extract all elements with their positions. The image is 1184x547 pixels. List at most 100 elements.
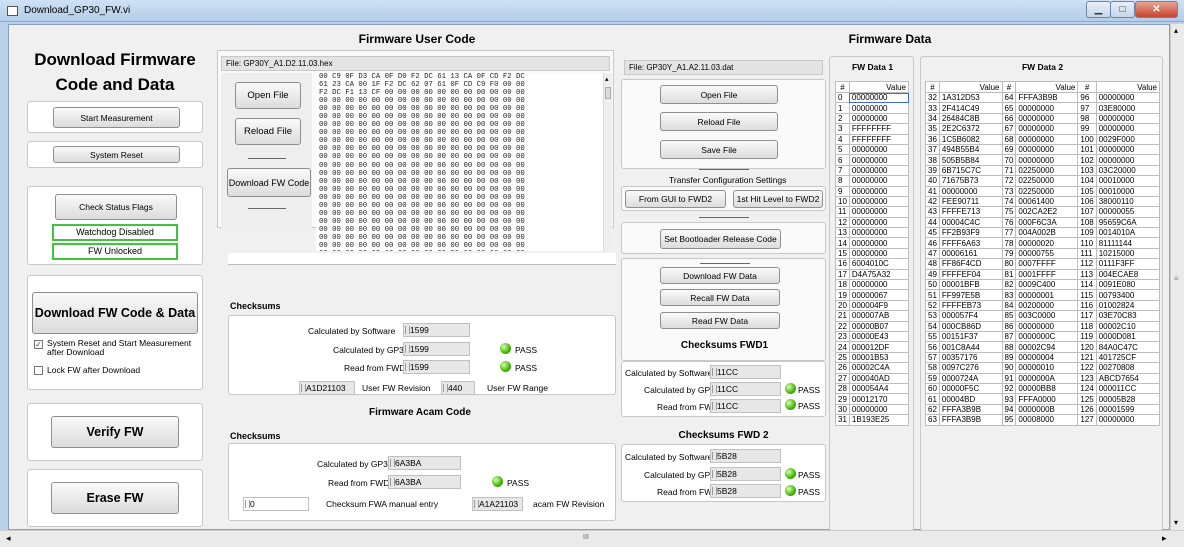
row-value[interactable]: 004ECAE8 [1095, 268, 1161, 281]
table-row[interactable]: 18 00000000 [835, 279, 910, 291]
table-row[interactable]: 0 00000000 [835, 91, 910, 104]
fwd2-calc-gp30-value[interactable]: 5B28 [710, 467, 781, 481]
row-value[interactable]: 0091E080 [1095, 279, 1161, 291]
fw-data-1-table[interactable]: # Value 0 00000000 1 00000000 2 00000000 3 FFFFF… [835, 81, 910, 426]
table-row[interactable]: 52 FFFFEB73 84 00200000 116 01002824 [925, 299, 1161, 312]
hex-code-listing[interactable]: 00 C9 0F D3 CA 0F D0 F2 DC 61 13 CA 0F C… [316, 73, 603, 251]
row-value[interactable]: 00000000 [848, 112, 910, 125]
row-value[interactable]: 001C8A44 [938, 341, 1003, 353]
row-value[interactable]: 00000000 [848, 403, 910, 416]
hex-scrollbar[interactable]: ▴ [603, 73, 612, 251]
calc-software-value[interactable]: 1599 [403, 323, 470, 337]
row-value[interactable]: 81111144 [1095, 237, 1161, 249]
row-value[interactable]: 0009C400 [1015, 279, 1079, 291]
data-save-file-button[interactable]: Save File [660, 140, 778, 159]
row-value[interactable]: 00000000 [1015, 102, 1079, 114]
row-value[interactable]: 00006161 [938, 247, 1003, 260]
row-value[interactable]: 00000000 [1015, 143, 1079, 156]
row-value[interactable]: 00012170 [848, 393, 910, 405]
table-row[interactable]: 36 1C5B6082 68 00000000 100 0029F000 [925, 133, 1161, 145]
table-row[interactable]: 38 505B5B84 70 00000000 102 00000000 [925, 154, 1161, 166]
row-value[interactable]: 38000110 [1095, 195, 1161, 208]
row-value[interactable]: 84A0C47C [1095, 341, 1161, 353]
table-row[interactable]: 2 00000000 [835, 112, 910, 125]
row-value[interactable]: 00200000 [1015, 299, 1079, 312]
table-row[interactable]: 17 D4A75A32 [835, 268, 910, 281]
row-value[interactable]: 000054A4 [848, 382, 910, 395]
row-value[interactable]: 10215000 [1095, 247, 1161, 260]
row-value[interactable]: 0000000A [1015, 372, 1079, 384]
scroll-down-icon[interactable]: ▾ [1174, 518, 1178, 527]
table-row[interactable]: 49 FFFFEF04 81 0001FFFF 113 004ECAE8 [925, 268, 1161, 281]
row-value[interactable]: 00061400 [1015, 195, 1079, 208]
row-value[interactable]: 0001FFFF [1015, 268, 1079, 281]
row-value[interactable]: FFFFE713 [938, 206, 1003, 218]
row-value[interactable]: 00000010 [1015, 362, 1079, 374]
acam-read-fwd2-value[interactable]: 6A3BA [388, 475, 461, 489]
row-value[interactable]: 26484C8B [938, 112, 1003, 125]
table-row[interactable]: 28 000054A4 [835, 382, 910, 395]
table-row[interactable]: 19 00000067 [835, 289, 910, 301]
row-value[interactable]: 00000000 [1015, 112, 1079, 125]
scroll-thumb[interactable] [605, 87, 611, 99]
row-value[interactable]: 00000000 [848, 216, 910, 229]
table-row[interactable]: 54 000CB86D 86 00000000 118 00002C10 [925, 320, 1161, 333]
row-value[interactable]: 00000000 [1015, 154, 1079, 166]
row-value[interactable]: 0000724A [938, 372, 1003, 384]
row-value[interactable]: 00793400 [1095, 289, 1161, 301]
row-value[interactable]: 0111F3FF [1095, 258, 1161, 270]
scroll-left-icon[interactable]: ◂ [6, 533, 11, 544]
row-value[interactable]: 000CB86D [938, 320, 1003, 333]
row-value[interactable]: 00000000 [848, 91, 910, 104]
checksum-fwa-manual-input[interactable]: 0 [243, 497, 309, 511]
table-row[interactable]: 63 FFFA3B9B 95 00008000 127 00000000 [925, 414, 1161, 426]
table-row[interactable]: 13 00000000 [835, 227, 910, 239]
row-value[interactable]: 2E2C6372 [938, 123, 1003, 135]
row-value[interactable]: 00004C4C [938, 216, 1003, 229]
row-value[interactable]: 00001BFB [938, 279, 1003, 291]
table-row[interactable]: 57 00357176 89 00000004 121 401725CF [925, 351, 1161, 364]
table-row[interactable]: 44 00004C4C 76 000F6C3A 108 95659C6A [925, 216, 1161, 229]
row-value[interactable]: 00000000 [848, 164, 910, 177]
row-value[interactable]: 00000000 [848, 247, 910, 260]
row-value[interactable]: 00000000 [1015, 133, 1079, 145]
fwd1-calc-gp30-value[interactable]: 11CC [710, 382, 781, 396]
table-row[interactable]: 1 00000000 [835, 102, 910, 114]
row-value[interactable]: 00002C94 [1015, 341, 1079, 353]
row-value[interactable]: 00000000 [1095, 154, 1161, 166]
row-value[interactable]: 00000000 [848, 175, 910, 187]
table-row[interactable]: 22 00000B07 [835, 320, 910, 333]
row-value[interactable]: FFFA3B9B [938, 414, 1003, 426]
table-row[interactable]: 9 00000000 [835, 185, 910, 197]
row-value[interactable]: FFFFEB73 [938, 299, 1003, 312]
row-value[interactable]: 00001B53 [848, 351, 910, 364]
table-row[interactable]: 31 1B193E25 [835, 414, 910, 426]
table-row[interactable]: 35 2E2C6372 67 00000000 99 00000000 [925, 123, 1161, 135]
start-measurement-button[interactable]: Start Measurement [53, 107, 180, 128]
row-value[interactable]: 00000000 [848, 185, 910, 197]
from-gui-to-fwd2-button[interactable]: From GUI to FWD2 [625, 190, 726, 208]
row-value[interactable]: FF997E5B [938, 289, 1003, 301]
maximize-button[interactable]: □ [1110, 1, 1135, 18]
user-fw-revision-value[interactable]: A1D21103 [299, 381, 355, 395]
row-value[interactable]: 000007AB [848, 310, 910, 322]
row-value[interactable]: 00000000 [848, 227, 910, 239]
read-fwd2-value[interactable]: 1599 [403, 360, 470, 374]
row-value[interactable]: FFFA3B9B [1015, 91, 1079, 104]
table-row[interactable]: 7 00000000 [835, 164, 910, 177]
fwd1-calc-software-value[interactable]: 11CC [710, 365, 781, 379]
user-reload-file-button[interactable]: Reload File [235, 118, 301, 145]
table-row[interactable]: 5 00000000 [835, 143, 910, 156]
row-value[interactable]: 000004F9 [848, 299, 910, 312]
row-value[interactable]: 004A002B [1015, 227, 1079, 239]
row-value[interactable]: FFFA0000 [1015, 393, 1079, 405]
scroll-up-icon[interactable]: ▴ [605, 75, 609, 83]
row-value[interactable]: 01002824 [1095, 299, 1161, 312]
row-value[interactable]: 00000020 [1015, 237, 1079, 249]
row-value[interactable]: 505B5B84 [938, 154, 1003, 166]
table-row[interactable]: 42 FEE90711 74 00061400 106 38000110 [925, 195, 1161, 208]
table-row[interactable]: 21 000007AB [835, 310, 910, 322]
table-row[interactable]: 37 494B55B4 69 00000000 101 00000000 [925, 143, 1161, 156]
row-value[interactable]: 00000B07 [848, 320, 910, 333]
scroll-grip-icon[interactable]: III [583, 534, 589, 541]
